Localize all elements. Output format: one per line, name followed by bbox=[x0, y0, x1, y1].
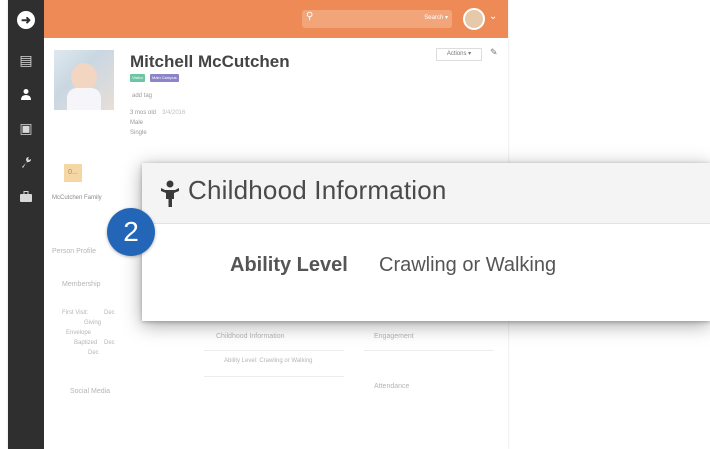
callout-header: Childhood Information bbox=[142, 163, 710, 224]
group-row: Giving bbox=[84, 320, 102, 326]
group-row: Baptized bbox=[74, 340, 98, 346]
chevron-down-icon[interactable]: ⌄ bbox=[489, 11, 497, 22]
avatar[interactable] bbox=[463, 8, 485, 30]
briefcase-icon[interactable] bbox=[8, 182, 44, 210]
family-icon: 0... bbox=[64, 164, 82, 182]
engagement-heading: Engagement bbox=[374, 333, 414, 340]
add-tag-link[interactable]: add tag bbox=[132, 93, 152, 99]
group-row-date: Dec bbox=[88, 350, 99, 356]
callout-title: Childhood Information bbox=[188, 175, 447, 205]
screenshot-stage: ➜ ▤ ▣ ⚲ Search ▾ ⌄ Mitchell McCutchen Vi… bbox=[0, 0, 710, 449]
person-icon[interactable] bbox=[8, 80, 44, 108]
marital-status-text: Single bbox=[130, 130, 147, 136]
gender-text: Male bbox=[130, 120, 144, 126]
group-row-date: Dec bbox=[104, 340, 115, 346]
top-navigation-bar: ⚲ Search ▾ ⌄ bbox=[44, 0, 508, 38]
search-button[interactable]: Search ▾ bbox=[424, 14, 448, 21]
membership-heading: Membership bbox=[62, 281, 101, 288]
divider bbox=[364, 350, 494, 351]
childhood-info-heading-small: Childhood Information bbox=[216, 333, 285, 340]
child-icon bbox=[161, 180, 179, 207]
group-row: First Visit: bbox=[62, 310, 89, 316]
ability-level-label: Ability Level bbox=[230, 254, 348, 276]
person-name: Mitchell McCutchen bbox=[130, 52, 290, 71]
family-name[interactable]: McCutchen Family bbox=[52, 195, 102, 201]
childhood-information-callout: Childhood Information Ability Level Craw… bbox=[142, 163, 710, 321]
sidebar: ➜ ▤ ▣ bbox=[8, 0, 44, 449]
ability-level-value: Crawling or Walking bbox=[379, 254, 557, 276]
search-input[interactable]: ⚲ Search ▾ bbox=[302, 10, 452, 28]
money-icon[interactable]: ▣ bbox=[8, 114, 44, 142]
divider bbox=[204, 376, 344, 377]
search-icon: ⚲ bbox=[306, 11, 314, 22]
campus-badge: Main Campus bbox=[150, 74, 179, 82]
wrench-icon[interactable] bbox=[8, 148, 44, 176]
person-profile-label: Person Profile bbox=[52, 248, 96, 255]
group-row-date: Dec bbox=[104, 310, 115, 316]
person-photo bbox=[54, 50, 114, 110]
actions-button[interactable]: Actions ▾ bbox=[436, 48, 482, 61]
status-badge: Visitor bbox=[130, 74, 146, 82]
birthdate-text: 3/4/2016 bbox=[162, 110, 186, 116]
ability-level-row-small: Ability Level: Crawling or Walking bbox=[224, 358, 313, 364]
attendance-heading: Attendance bbox=[374, 383, 410, 390]
social-media-heading: Social Media bbox=[70, 388, 111, 395]
rock-logo-icon[interactable]: ➜ bbox=[8, 6, 44, 34]
group-row: Envelope bbox=[66, 330, 92, 336]
age-text: 3 mos old bbox=[130, 110, 157, 116]
page-icon[interactable]: ▤ bbox=[8, 46, 44, 74]
divider bbox=[204, 350, 344, 351]
step-number-badge: 2 bbox=[107, 208, 155, 256]
edit-icon[interactable]: ✎ bbox=[490, 47, 498, 58]
